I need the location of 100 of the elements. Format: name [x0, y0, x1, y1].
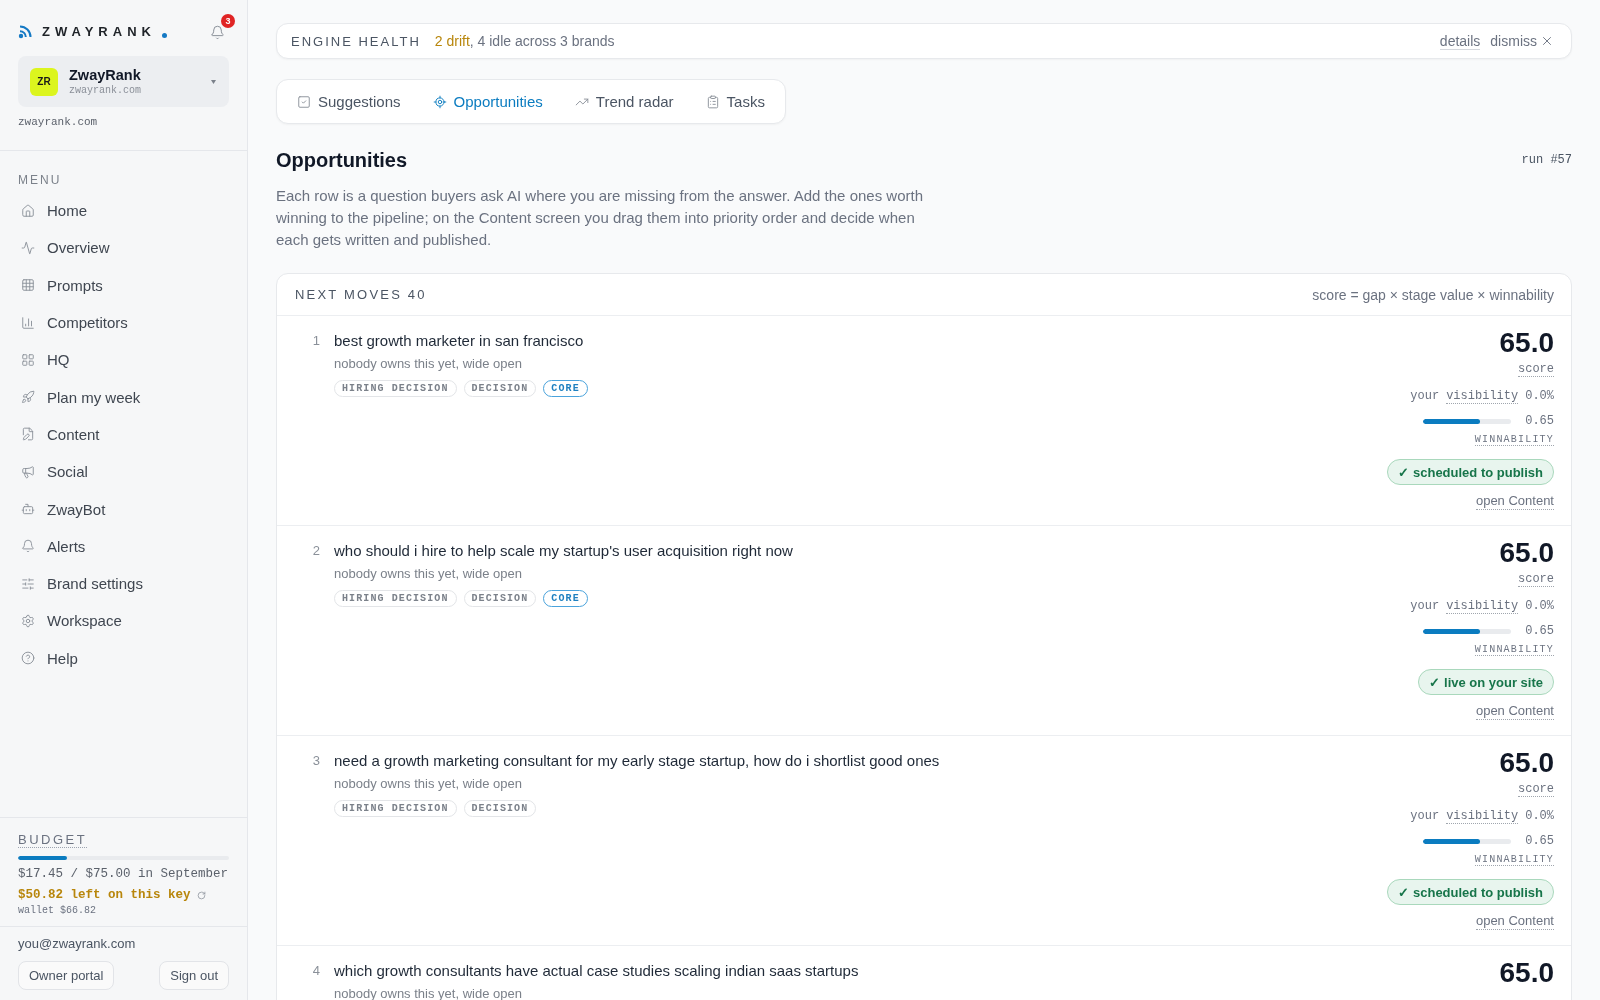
caret-icon [211, 79, 216, 84]
question-text: which growth consultants have actual case studies scaling indian saas startups [334, 961, 859, 981]
score-value: 65.0 [1499, 540, 1554, 566]
visibility-label: your [1410, 388, 1440, 404]
help-icon [21, 651, 35, 666]
status-pill: ✓ live on your site [1418, 669, 1554, 695]
nav-item[interactable]: Plan my week [8, 378, 239, 416]
open-content-link[interactable]: open Content [1475, 912, 1554, 930]
tiles-icon [21, 352, 35, 367]
open-content-link[interactable]: open Content [1475, 702, 1554, 720]
brand-switcher[interactable]: ZR ZwayRank zwayrank.com [18, 56, 229, 107]
initials-avatar: ZR [30, 67, 58, 96]
nav-item[interactable]: Prompts [8, 266, 239, 304]
notifications-button[interactable] [209, 24, 225, 40]
clipboard-icon [705, 94, 720, 109]
visibility-label: your [1410, 598, 1440, 614]
visibility-term: visibility [1446, 599, 1519, 614]
settings-icon [21, 613, 35, 628]
health-title: ENGINE HEALTH [291, 33, 421, 49]
budget-spent: $17.45 / $75.00 in September [18, 866, 229, 883]
bar-chart-icon [21, 315, 35, 330]
portal-button[interactable]: Owner portal [18, 961, 115, 990]
score-value: 65.0 [1499, 330, 1554, 356]
row-rank: 4 [311, 962, 320, 980]
row-rank: 2 [311, 542, 320, 560]
row-rank: 1 [311, 332, 320, 350]
refresh-icon[interactable] [196, 890, 206, 900]
question-text: best growth marketer in san francisco [334, 331, 584, 351]
domain-label: zwayrank.com [18, 116, 99, 128]
tab[interactable]: Opportunities [416, 83, 559, 120]
target-icon [432, 94, 447, 109]
details-link[interactable]: details [1439, 32, 1481, 50]
nav-item[interactable]: ZwayBot [8, 490, 239, 528]
menu-heading: MENU [17, 173, 63, 187]
question-text: need a growth marketing consultant for my early stage startup, how do i shortlist good ones [334, 751, 940, 771]
nav-item[interactable]: HQ [8, 341, 239, 379]
sign-out-button[interactable]: Sign out [159, 961, 229, 990]
brand-name: ZwayRank [69, 66, 142, 84]
checkbox-icon [297, 94, 311, 109]
row-note: nobody owns this yet, wide open [334, 565, 522, 583]
row-note: nobody owns this yet, wide open [334, 355, 522, 373]
card-title: NEXT MOVES 40 [295, 287, 427, 302]
nav-item[interactable]: Home [8, 192, 239, 230]
pulse-icon [21, 240, 35, 255]
score-label: score [1518, 572, 1554, 587]
visibility-term: visibility [1446, 809, 1519, 824]
megaphone-icon [21, 464, 35, 479]
status-pill: ✓ scheduled to publish [1387, 879, 1554, 905]
score-formula: score = gap × stage value × winnability [1312, 286, 1554, 303]
visibility-value: 0.0% [1525, 808, 1554, 824]
robot-icon [21, 502, 35, 516]
visibility-value: 0.0% [1525, 388, 1554, 404]
dot-icon [161, 32, 167, 38]
rocket-icon [21, 390, 35, 405]
question-text: who should i hire to help scale my startup's user acquisition right now [334, 541, 793, 561]
close-icon [1540, 34, 1554, 48]
document-pen-icon [21, 427, 35, 442]
page-title: Opportunities [276, 148, 408, 172]
nav-item[interactable]: Competitors [8, 303, 239, 342]
tab[interactable]: Trend radar [558, 83, 690, 120]
open-content-link[interactable]: open Content [1475, 492, 1554, 510]
nav-item[interactable]: Brand settings [8, 564, 239, 603]
status-pill: ✓ scheduled to publish [1387, 459, 1554, 485]
signal-icon [18, 25, 32, 39]
budget-remaining: $50.82 left on this key [18, 887, 191, 904]
row-note: nobody owns this yet, wide open [334, 985, 522, 1000]
winnability-value: 0.65 [1525, 833, 1554, 849]
grid-icon [21, 278, 35, 293]
winnability-value: 0.65 [1525, 623, 1554, 639]
bell-icon [209, 24, 225, 40]
score-label: score [1518, 782, 1554, 797]
health-summary: 2 drift, 4 idle across 3 brands [434, 33, 616, 49]
nav-item[interactable]: Workspace [8, 602, 239, 640]
run-number: run #57 [1521, 153, 1572, 167]
visibility-value: 0.0% [1525, 598, 1554, 614]
nav-item[interactable]: Social [8, 453, 239, 491]
notification-badge: 3 [221, 14, 235, 28]
logo-wordmark: ZWAYRANK [42, 24, 156, 40]
score-value: 65.0 [1499, 750, 1554, 776]
row-note: nobody owns this yet, wide open [334, 775, 522, 793]
score-value: 65.0 [1499, 960, 1554, 986]
row-rank: 3 [311, 752, 320, 770]
nav-item[interactable]: Help [8, 639, 239, 677]
tab[interactable]: Suggestions [281, 83, 417, 120]
nav-item[interactable]: Content [8, 415, 239, 454]
page-description: Each row is a question buyers ask AI where you are missing from the answer. Add the ones worth winning to the pipeline; on the Content screen you drag them into priority order and decide when each gets written and published. [276, 186, 924, 250]
budget-heading: BUDGET [18, 833, 88, 848]
tab[interactable]: Tasks [689, 83, 781, 120]
winnability-label: WINNABILITY [1474, 644, 1554, 656]
winnability-label: WINNABILITY [1474, 854, 1554, 866]
dismiss-button[interactable]: dismiss [1490, 33, 1554, 49]
visibility-term: visibility [1446, 389, 1519, 404]
winnability-label: WINNABILITY [1474, 434, 1554, 446]
wallet-balance: wallet $66.82 [18, 904, 96, 918]
nav-item[interactable]: Overview [8, 229, 239, 267]
sliders-icon [21, 576, 35, 591]
bell-icon [21, 539, 35, 554]
account-email: you@zwayrank.com [18, 935, 137, 953]
nav-item[interactable]: Alerts [8, 527, 239, 565]
visibility-label: your [1410, 808, 1440, 824]
